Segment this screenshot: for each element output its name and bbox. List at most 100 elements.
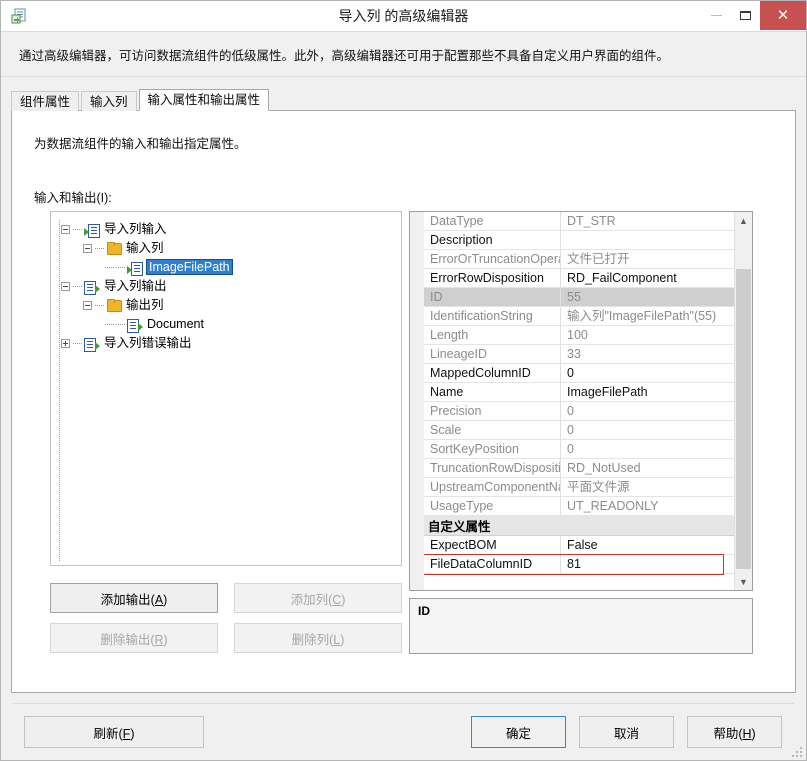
property-row[interactable]: ExpectBOM False: [424, 536, 734, 555]
close-button[interactable]: ✕: [760, 1, 806, 30]
cancel-label: 取消: [613, 726, 639, 741]
help-label: 帮助(H): [713, 726, 756, 741]
property-value[interactable]: 0: [561, 421, 734, 439]
property-name: UpstreamComponentNam: [424, 478, 561, 496]
property-name: IdentificationString: [424, 307, 561, 325]
ok-label: 确定: [505, 726, 531, 741]
scroll-down-button[interactable]: ▼: [735, 573, 752, 590]
tree-node[interactable]: 导入列错误输出: [59, 334, 401, 353]
inputs-outputs-tree[interactable]: 导入列输入 输入列 ImageFilePath 导入列输出 输出列 Docume…: [50, 211, 402, 566]
remove-output-button: 删除输出(R): [50, 623, 218, 653]
tab-strip: 组件属性 输入列 输入属性和输出属性: [11, 89, 796, 111]
property-row[interactable]: Name ImageFilePath: [424, 383, 734, 402]
tab-content-panel: 为数据流组件的输入和输出指定属性。 输入和输出(I): 导入列输入 输入列 Im…: [11, 110, 796, 693]
tree-node[interactable]: 导入列输入: [59, 220, 401, 239]
property-row[interactable]: UsageType UT_READONLY: [424, 497, 734, 516]
panel-hint: 为数据流组件的输入和输出指定属性。: [34, 137, 247, 151]
property-name: Scale: [424, 421, 561, 439]
help-button[interactable]: 帮助(H): [687, 716, 782, 748]
remove-column-button: 删除列(L): [234, 623, 402, 653]
cancel-button[interactable]: 取消: [579, 716, 674, 748]
property-name: DataType: [424, 212, 561, 230]
property-value[interactable]: 平面文件源: [561, 478, 734, 496]
property-category-row[interactable]: 自定义属性: [424, 516, 734, 536]
tree-line: [73, 228, 82, 231]
tree-node-selected[interactable]: ImageFilePath: [59, 258, 401, 277]
property-value[interactable]: ImageFilePath: [561, 383, 734, 401]
property-row[interactable]: ErrorOrTruncationOperati 文件已打开: [424, 250, 734, 269]
collapse-icon[interactable]: [61, 282, 70, 292]
dialog-footer: 刷新(F) 确定 取消 帮助(H): [1, 704, 806, 760]
property-row[interactable]: SortKeyPosition 0: [424, 440, 734, 459]
tree-node[interactable]: 输出列: [59, 296, 401, 315]
property-name: TruncationRowDisposition: [424, 459, 561, 477]
property-grid[interactable]: DataType DT_STR Description ErrorOrTrunca…: [409, 211, 753, 591]
property-row-selected[interactable]: ID 55: [424, 288, 734, 307]
property-row[interactable]: Description: [424, 231, 734, 250]
tab-input-columns[interactable]: 输入列: [81, 91, 137, 111]
tree-line: [95, 247, 104, 250]
property-grid-scrollbar[interactable]: ▲ ▼: [734, 212, 752, 590]
property-value[interactable]: 0: [561, 440, 734, 458]
tab-component-properties[interactable]: 组件属性: [11, 91, 80, 111]
property-value[interactable]: RD_NotUsed: [561, 459, 734, 477]
advanced-editor-window: 导入列 的高级编辑器 ✕ 通过高级编辑器，可访问数据流组件的低级属性。此外，高级…: [0, 0, 807, 761]
property-row[interactable]: ErrorRowDisposition RD_FailComponent: [424, 269, 734, 288]
tree-node-label: 输出列: [126, 298, 164, 313]
property-row[interactable]: Scale 0: [424, 421, 734, 440]
property-row-highlighted[interactable]: FileDataColumnID 81: [424, 553, 734, 575]
property-row[interactable]: Precision 0: [424, 402, 734, 421]
property-value[interactable]: 81: [561, 555, 734, 573]
tree-line: [116, 323, 125, 326]
property-value[interactable]: RD_FailComponent: [561, 269, 734, 287]
scrollbar-thumb[interactable]: [736, 269, 751, 569]
property-row[interactable]: IdentificationString 输入列"ImageFilePath"(5…: [424, 307, 734, 326]
minimize-button[interactable]: [702, 1, 731, 30]
property-value[interactable]: 33: [561, 345, 734, 363]
collapse-icon[interactable]: [83, 301, 92, 311]
property-row[interactable]: TruncationRowDisposition RD_NotUsed: [424, 459, 734, 478]
editor-description-text: 通过高级编辑器，可访问数据流组件的低级属性。此外，高级编辑器还可用于配置那些不具…: [19, 48, 670, 63]
folder-icon: [106, 298, 122, 313]
refresh-button[interactable]: 刷新(F): [24, 716, 204, 748]
property-value[interactable]: 输入列"ImageFilePath"(55): [561, 307, 734, 325]
tree-node-label: 导入列输入: [104, 222, 167, 237]
property-value[interactable]: 100: [561, 326, 734, 344]
expand-icon[interactable]: [61, 339, 70, 349]
tree-node-label: 导入列错误输出: [104, 336, 192, 351]
tree-node[interactable]: 输入列: [59, 239, 401, 258]
property-name: FileDataColumnID: [424, 555, 561, 573]
tree-node-label: Document: [147, 317, 204, 332]
ok-button[interactable]: 确定: [471, 716, 566, 748]
property-row[interactable]: Length 100: [424, 326, 734, 345]
maximize-button[interactable]: [731, 1, 760, 30]
property-value[interactable]: 0: [561, 364, 734, 382]
property-name: Description: [424, 231, 561, 249]
collapse-icon[interactable]: [61, 225, 70, 235]
maximize-icon: [740, 11, 751, 20]
tab-input-output-properties[interactable]: 输入属性和输出属性: [138, 89, 270, 111]
collapse-icon[interactable]: [83, 244, 92, 254]
add-output-button[interactable]: 添加输出(A): [50, 583, 218, 613]
property-row[interactable]: UpstreamComponentNam 平面文件源: [424, 478, 734, 497]
property-description-title: ID: [418, 604, 430, 618]
scrollbar-track[interactable]: [735, 229, 752, 573]
property-grid-rows: DataType DT_STR Description ErrorOrTrunca…: [424, 212, 734, 590]
tree-node[interactable]: Document: [59, 315, 401, 334]
property-value[interactable]: UT_READONLY: [561, 497, 734, 515]
property-value[interactable]: DT_STR: [561, 212, 734, 230]
scroll-up-button[interactable]: ▲: [735, 212, 752, 229]
property-row[interactable]: MappedColumnID 0: [424, 364, 734, 383]
tree-node[interactable]: 导入列输出: [59, 277, 401, 296]
property-category-label: 自定义属性: [428, 520, 491, 534]
resize-grip[interactable]: [792, 747, 802, 757]
property-row[interactable]: DataType DT_STR: [424, 212, 734, 231]
property-row[interactable]: LineageID 33: [424, 345, 734, 364]
property-value[interactable]: 0: [561, 402, 734, 420]
property-name: Precision: [424, 402, 561, 420]
property-value[interactable]: False: [561, 536, 734, 554]
window-title: 导入列 的高级编辑器: [338, 8, 469, 24]
property-value[interactable]: 55: [561, 288, 734, 306]
property-value[interactable]: 文件已打开: [561, 250, 734, 268]
property-name: Length: [424, 326, 561, 344]
